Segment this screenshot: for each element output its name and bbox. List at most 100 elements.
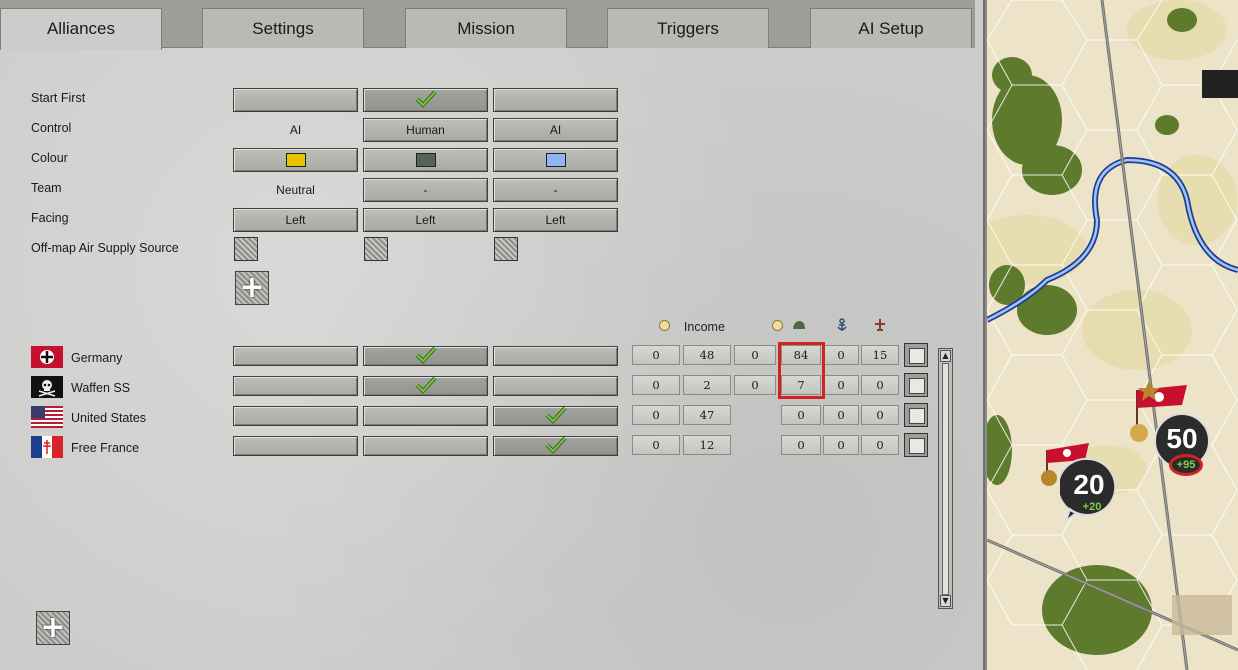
alliance-slot-2[interactable] xyxy=(363,406,488,426)
counter-value: 20 xyxy=(1073,469,1105,500)
control-button-2[interactable]: Human xyxy=(363,118,488,142)
add-alliance-button[interactable]: + xyxy=(235,271,269,305)
anchor-cell[interactable]: 0 xyxy=(823,375,859,395)
faction-name: Waffen SS xyxy=(71,381,131,395)
alliance-slot-2[interactable] xyxy=(363,376,488,396)
anchor-cell[interactable]: 0 xyxy=(823,405,859,425)
alliance-slot-3[interactable] xyxy=(493,346,618,366)
value-cell[interactable]: 0 xyxy=(632,375,680,395)
tab-settings[interactable]: Settings xyxy=(202,8,364,48)
tab-triggers[interactable]: Triggers xyxy=(607,8,769,48)
alliance-slot-1[interactable] xyxy=(233,376,358,396)
counter-bonus: +95 xyxy=(1169,454,1203,476)
start-first-label: Start First xyxy=(31,91,86,105)
helmet-cell[interactable]: 0 xyxy=(781,435,821,455)
income-header: Income xyxy=(659,320,725,334)
scroll-thumb[interactable] xyxy=(942,363,949,595)
control-label: Control xyxy=(31,121,72,135)
colour-swatch-yellow xyxy=(285,152,306,167)
germany-flag-icon xyxy=(31,346,63,368)
facing-button-2[interactable]: Left xyxy=(363,208,488,232)
air-supply-checkbox-1[interactable] xyxy=(234,237,258,261)
tab-alliances[interactable]: Alliances xyxy=(0,8,162,50)
plane-cell[interactable]: 15 xyxy=(861,345,899,365)
control-button-3[interactable]: AI xyxy=(493,118,618,142)
checkmark-icon xyxy=(545,436,566,455)
start-first-button-3[interactable] xyxy=(493,88,618,112)
start-first-button-1[interactable] xyxy=(233,88,358,112)
start-first-button-2[interactable] xyxy=(363,88,488,112)
free-france-flag-icon xyxy=(31,436,63,458)
anchor-icon xyxy=(837,318,847,331)
tab-mission[interactable]: Mission xyxy=(405,8,567,48)
air-supply-checkbox-3[interactable] xyxy=(494,237,518,261)
value-cell[interactable]: 0 xyxy=(734,345,776,365)
checkmark-icon xyxy=(415,346,436,365)
team-value-1: Neutral xyxy=(276,183,315,197)
income-label: Income xyxy=(683,320,725,334)
alliance-slot-1[interactable] xyxy=(233,346,358,366)
facing-button-3[interactable]: Left xyxy=(493,208,618,232)
faction-checkbox[interactable] xyxy=(904,373,928,397)
air-supply-checkbox-2[interactable] xyxy=(364,237,388,261)
coin-header xyxy=(772,320,783,334)
faction-checkbox[interactable] xyxy=(904,433,928,457)
plus-icon: + xyxy=(40,610,66,645)
income-cell[interactable]: 48 xyxy=(683,345,731,365)
alliance-slot-3[interactable] xyxy=(493,406,618,426)
alliance-slot-1[interactable] xyxy=(233,436,358,456)
helmet-icon xyxy=(793,321,805,329)
income-cell[interactable]: 47 xyxy=(683,405,731,425)
plus-icon: + xyxy=(239,270,265,305)
alliance-slot-1[interactable] xyxy=(233,406,358,426)
colour-button-2[interactable] xyxy=(363,148,488,172)
faction-checkbox[interactable] xyxy=(904,403,928,427)
checkmark-icon xyxy=(415,376,436,395)
value-cell[interactable]: 0 xyxy=(632,405,680,425)
faction-scrollbar[interactable]: ▲ ▼ xyxy=(938,348,953,609)
scenario-editor: { "tabs": ["Alliances", "Settings", "Mis… xyxy=(0,0,1238,670)
skull-flag-icon xyxy=(31,376,63,398)
facing-label: Facing xyxy=(31,211,69,225)
colour-button-3[interactable] xyxy=(493,148,618,172)
income-cell[interactable]: 2 xyxy=(683,375,731,395)
colour-swatch-dark-green xyxy=(415,152,436,167)
faction-name: Free France xyxy=(71,441,140,455)
helmet-cell[interactable]: 0 xyxy=(781,405,821,425)
alliance-slot-2[interactable] xyxy=(363,436,488,456)
facing-button-1[interactable]: Left xyxy=(233,208,358,232)
anchor-cell[interactable]: 0 xyxy=(823,435,859,455)
anchor-header xyxy=(835,318,849,335)
value-cell[interactable]: 0 xyxy=(632,345,680,365)
alliance-slot-3[interactable] xyxy=(493,376,618,396)
colour-label: Colour xyxy=(31,151,68,165)
editor-panel: Alliances Settings Mission Triggers AI S… xyxy=(0,0,985,670)
faction-checkbox[interactable] xyxy=(904,343,928,367)
air-supply-label: Off-map Air Supply Source xyxy=(31,241,179,255)
counter-bonus: +20 xyxy=(1082,501,1102,513)
plane-cell[interactable]: 0 xyxy=(861,405,899,425)
team-button-3[interactable]: - xyxy=(493,178,618,202)
plane-cell[interactable]: 0 xyxy=(861,375,899,395)
control-value-1: AI xyxy=(289,123,302,137)
tab-ai-setup[interactable]: AI Setup xyxy=(810,8,972,48)
coin-icon xyxy=(772,320,783,331)
checkmark-icon xyxy=(415,90,436,109)
team-button-2[interactable]: - xyxy=(363,178,488,202)
value-cell[interactable]: 0 xyxy=(632,435,680,455)
hex-map[interactable]: 50 +95 20 +20 xyxy=(987,0,1238,670)
scroll-down-icon[interactable]: ▼ xyxy=(940,595,951,607)
alliance-slot-2[interactable] xyxy=(363,346,488,366)
income-cell[interactable]: 12 xyxy=(683,435,731,455)
plane-cell[interactable]: 0 xyxy=(861,435,899,455)
team-label: Team xyxy=(31,181,62,195)
helmet-header xyxy=(792,318,806,335)
value-cell[interactable]: 0 xyxy=(734,375,776,395)
alliance-slot-3[interactable] xyxy=(493,436,618,456)
colour-swatch-light-blue xyxy=(545,152,566,167)
colour-button-1[interactable] xyxy=(233,148,358,172)
anchor-cell[interactable]: 0 xyxy=(823,345,859,365)
us-flag-icon xyxy=(31,406,63,428)
scroll-up-icon[interactable]: ▲ xyxy=(940,350,951,362)
add-faction-button[interactable]: + xyxy=(36,611,70,645)
